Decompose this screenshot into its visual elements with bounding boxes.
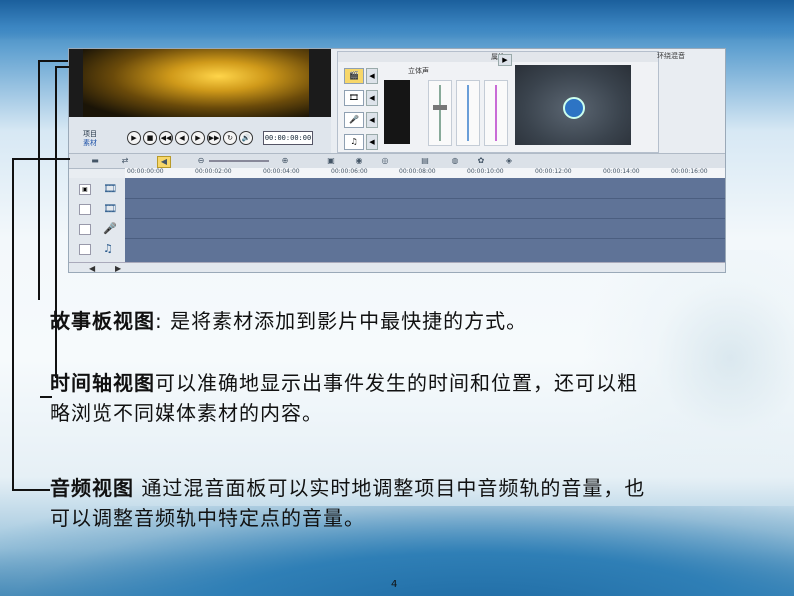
mixer-arrow-icon[interactable]: ◀ [366,112,378,128]
storyboard-description: : 是将素材添加到影片中最快捷的方式。 [155,309,528,333]
editor-screenshot: 项目 素材 ▶ ■ ◀◀ ◀ ▶ ▶▶ ↻ 🔊 00:00:00:00 属性 🎬… [68,48,726,273]
volume-fader[interactable] [428,80,452,146]
volume-fader[interactable] [456,80,480,146]
surround-pan-area[interactable] [515,65,631,145]
mixer-arrow-icon[interactable]: ◀ [366,68,378,84]
top-background-band [0,0,794,40]
zoom-out-icon[interactable]: ⊖ [195,156,207,166]
forward-icon[interactable]: ▶▶ [207,131,221,145]
storyboard-connector [38,60,40,300]
mixer-video-track-button[interactable]: 🎬 [344,68,364,84]
track-headers: ▣ 🎞 🎞 🎤 ♫ [69,178,126,262]
ruler-tick: 00:00:00:00 [127,168,164,175]
prev-frame-icon[interactable]: ◀ [175,131,189,145]
zoom-in-icon[interactable]: ⊕ [279,156,291,166]
storyboard-connector [38,60,68,62]
stop-icon[interactable]: ■ [143,131,157,145]
audio-view-icon[interactable]: ◀ [157,156,171,168]
mixer-arrow-icon[interactable]: ◀ [366,134,378,150]
ruler-tick: 00:00:06:00 [331,168,368,175]
timeline-term: 时间轴视图 [50,371,155,395]
music-note-icon: ♫ [103,242,113,255]
audio-connector [12,158,70,160]
timeline-description-line2: 略浏览不同媒体素材的内容。 [50,401,323,425]
tool-icon[interactable]: ◍ [449,156,461,166]
storyboard-term: 故事板视图 [50,309,155,333]
film-reel-icon: 🎞 [103,202,117,215]
tool-icon[interactable]: ◈ [503,156,515,166]
audio-paragraph: 音频视图 通过混音面板可以实时地调整项目中音频轨的音量，也 可以调整音频轨中特定… [50,473,645,533]
ruler-tick: 00:00:16:00 [671,168,708,175]
music-track-header[interactable]: ♫ [79,240,119,258]
ruler-tick: 00:00:12:00 [535,168,572,175]
timeline-tracks[interactable] [125,178,725,262]
tool-icon[interactable]: ✿ [475,156,487,166]
repeat-icon[interactable]: ↻ [223,131,237,145]
volume-icon[interactable]: 🔊 [239,131,253,145]
ruler-tick: 00:00:02:00 [195,168,232,175]
tool-icon[interactable]: ◉ [353,156,365,166]
ruler-tick: 00:00:04:00 [263,168,300,175]
timeline-connector [55,66,69,68]
mixer-arrow-icon[interactable]: ◀ [366,90,378,106]
timeline-toolbar: ▬ ⇄ ◀ ⊖ ⊕ ▣ ◉ ◎ ▤ ◍ ✿ ◈ [69,153,725,169]
preview-window: 项目 素材 ▶ ■ ◀◀ ◀ ▶ ▶▶ ↻ 🔊 00:00:00:00 [69,49,331,153]
timeline-scrollbar[interactable]: ◀ ▶ [69,262,725,272]
mixer-overlay-track-button[interactable]: 🎞 [344,90,364,106]
audio-description-line2: 可以调整音频轨中特定点的音量。 [50,506,365,530]
voice-track-header[interactable]: 🎤 [79,220,119,238]
pan-hub-icon[interactable] [563,97,585,119]
preview-image [83,49,309,117]
ruler-tick: 00:00:10:00 [467,168,504,175]
overlay-track-header[interactable]: 🎞 [79,200,119,218]
timeline-paragraph: 时间轴视图可以准确地显示出事件发生的时间和位置，还可以粗 略浏览不同媒体素材的内… [50,368,638,428]
scroll-left-icon[interactable]: ◀ [89,264,95,272]
microphone-icon: 🎤 [103,222,117,235]
audio-connector [12,489,50,491]
volume-fader[interactable] [484,80,508,146]
scroll-right-icon[interactable]: ▶ [115,264,121,272]
tool-icon[interactable]: ◎ [379,156,391,166]
ruler-tick: 00:00:08:00 [399,168,436,175]
film-icon: 🎞 [103,182,117,195]
tool-icon[interactable]: ▣ [325,156,337,166]
timeline-description-line1: 可以准确地显示出事件发生的时间和位置，还可以粗 [155,371,638,395]
audio-connector [12,158,14,490]
volume-meter [384,80,410,144]
timecode-display: 00:00:00:00 [263,131,313,145]
audio-term: 音频视图 [50,476,134,500]
timeline-view-icon[interactable]: ⇄ [119,156,131,166]
storyboard-paragraph: 故事板视图: 是将素材添加到影片中最快捷的方式。 [50,306,527,336]
stereo-label: 立体声 [408,67,429,75]
play-icon[interactable]: ▶ [127,131,141,145]
ruler-tick: 00:00:14:00 [603,168,640,175]
zoom-slider[interactable] [209,160,269,162]
mixer-voice-track-button[interactable]: 🎤 [344,112,364,128]
tool-icon[interactable]: ▤ [419,156,431,166]
clip-mode-label[interactable]: 素材 [83,138,97,148]
storyboard-view-icon[interactable]: ▬ [89,156,101,166]
rewind-icon[interactable]: ◀◀ [159,131,173,145]
mixer-music-track-button[interactable]: ♫ [344,134,364,150]
next-arrow-icon[interactable]: ▶ [498,54,512,66]
page-number: 4 [391,579,398,590]
video-track-header[interactable]: ▣ 🎞 [79,180,119,198]
next-frame-icon[interactable]: ▶ [191,131,205,145]
surround-mix-label: 环绕混音 [657,52,685,60]
audio-description-line1: 通过混音面板可以实时地调整项目中音频轨的音量，也 [134,476,646,500]
